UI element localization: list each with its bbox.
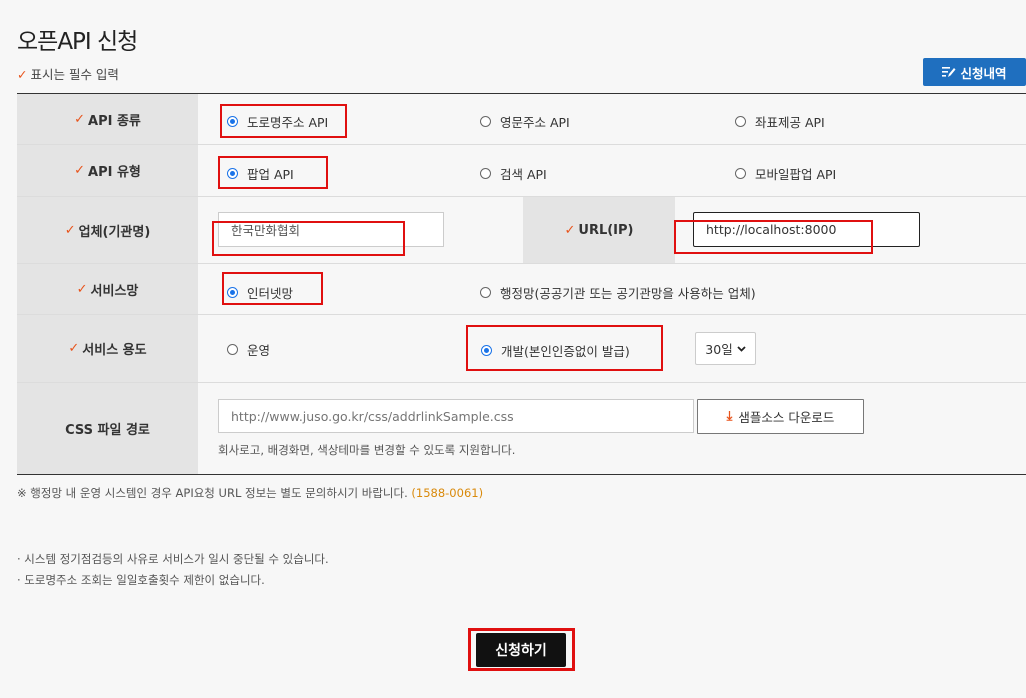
check-icon: ✓ bbox=[64, 222, 76, 238]
label-url: ✓ URL(IP) bbox=[523, 197, 675, 263]
contact-phone: (1588-0061) bbox=[411, 486, 484, 500]
radio-button[interactable] bbox=[735, 116, 746, 127]
highlight-box bbox=[222, 272, 323, 305]
required-note-text: 표시는 필수 입력 bbox=[30, 67, 119, 82]
required-note: ✓ 표시는 필수 입력 bbox=[17, 64, 119, 83]
period-value: 30일 bbox=[705, 342, 733, 357]
row-usage: ✓ 서비스 용도 운영 개발(본인인증없이 발급) 30일 bbox=[17, 315, 1026, 383]
radio-english-address-api[interactable]: 영문주소 API bbox=[480, 112, 570, 131]
chevron-down-icon bbox=[737, 345, 746, 352]
application-form: ✓ API 종류 도로명주소 API 영문주소 API 좌표제공 API ✓ API… bbox=[17, 93, 1026, 475]
period-select[interactable]: 30일 bbox=[695, 332, 756, 365]
check-icon: ✓ bbox=[17, 67, 28, 82]
highlight-box bbox=[674, 220, 873, 254]
row-api-kind: ✓ API 종류 도로명주소 API 영문주소 API 좌표제공 API bbox=[17, 94, 1026, 145]
radio-button[interactable] bbox=[480, 116, 491, 127]
css-path-input[interactable] bbox=[218, 399, 694, 433]
check-icon: ✓ bbox=[564, 222, 576, 238]
highlight-box bbox=[220, 104, 347, 138]
bullet-maintenance: · 시스템 정기점검등의 사유로 서비스가 일시 중단될 수 있습니다. bbox=[17, 552, 329, 566]
label-usage: ✓ 서비스 용도 bbox=[17, 315, 198, 382]
check-icon: ✓ bbox=[74, 163, 86, 178]
radio-button[interactable] bbox=[480, 168, 491, 179]
check-icon: ✓ bbox=[74, 111, 86, 127]
row-network: ✓ 서비스망 인터넷망 행정망(공공기관 또는 공기관망을 사용하는 업체) bbox=[17, 264, 1026, 315]
row-company-url: ✓업체(기관명) ✓URL(IP) bbox=[17, 197, 1026, 264]
check-icon: ✓ bbox=[76, 281, 88, 297]
radio-button[interactable] bbox=[480, 287, 491, 298]
radio-button[interactable] bbox=[735, 168, 746, 179]
bullet-no-limit: · 도로명주소 조회는 일일호출횟수 제한이 없습니다. bbox=[17, 573, 265, 587]
sample-download-button[interactable]: ⤓ 샘플소스 다운로드 bbox=[697, 399, 864, 434]
submit-button[interactable]: 신청하기 bbox=[476, 633, 566, 667]
label-css-path: CSS 파일 경로 bbox=[17, 383, 198, 474]
radio-coordinate-api[interactable]: 좌표제공 API bbox=[735, 112, 825, 131]
radio-button[interactable] bbox=[227, 344, 238, 355]
history-button[interactable]: 신청내역 bbox=[923, 58, 1026, 86]
label-company: ✓ 업체(기관명) bbox=[17, 197, 198, 263]
row-api-type: ✓ API 유형 팝업 API 검색 API 모바일팝업 API bbox=[17, 145, 1026, 197]
check-icon: ✓ bbox=[68, 341, 80, 356]
admin-network-notice: ※ 행정망 내 운영 시스템인 경우 API요청 URL 정보는 별도 문의하시… bbox=[17, 486, 484, 500]
radio-search-api[interactable]: 검색 API bbox=[480, 164, 547, 183]
history-button-label: 신청내역 bbox=[960, 65, 1007, 81]
highlight-box bbox=[466, 325, 663, 371]
radio-mobile-popup-api[interactable]: 모바일팝업 API bbox=[735, 164, 836, 183]
label-api-kind: ✓ API 종류 bbox=[17, 94, 198, 144]
page-title: 오픈API 신청 bbox=[17, 29, 138, 55]
highlight-box bbox=[212, 221, 405, 256]
css-help-text: 회사로고, 배경화면, 색상테마를 변경할 수 있도록 지원합니다. bbox=[218, 443, 516, 457]
download-icon: ⤓ bbox=[726, 409, 733, 424]
radio-usage-operation[interactable]: 운영 bbox=[227, 340, 270, 359]
row-css-path: CSS 파일 경로 ⤓샘플소스 다운로드 회사로고, 배경화면, 색상테마를 변… bbox=[17, 383, 1026, 474]
label-api-type: ✓ API 유형 bbox=[17, 145, 198, 196]
highlight-box bbox=[218, 156, 328, 189]
label-network: ✓ 서비스망 bbox=[17, 264, 198, 314]
edit-list-icon bbox=[942, 67, 956, 77]
radio-admin-network[interactable]: 행정망(공공기관 또는 공기관망을 사용하는 업체) bbox=[480, 283, 756, 302]
